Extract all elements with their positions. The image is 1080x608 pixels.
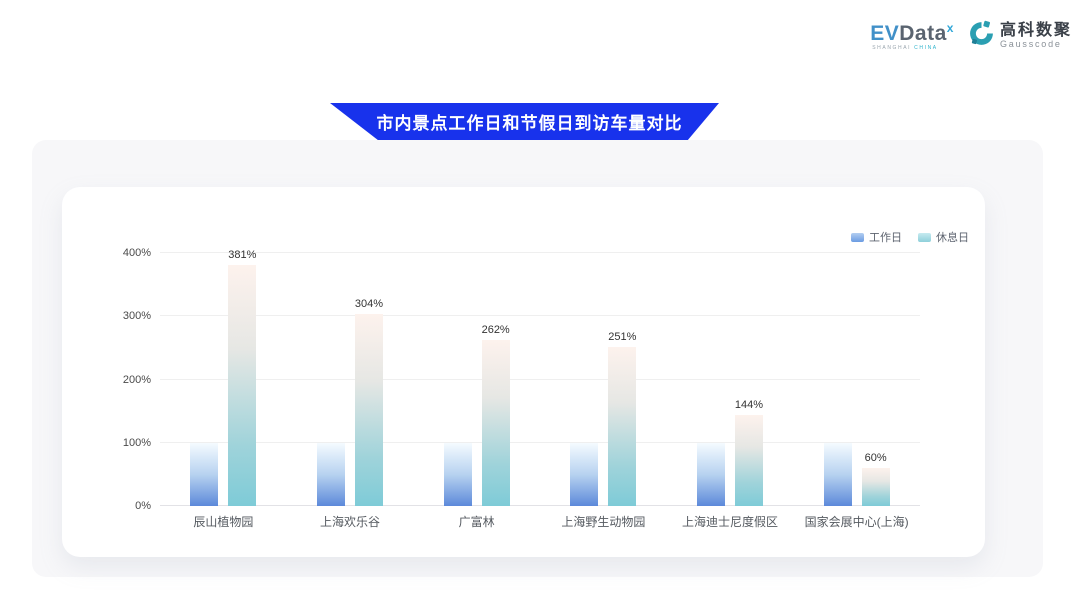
bar-workday-3[interactable] bbox=[570, 443, 598, 506]
chart-card: 工作日 休息日 0%100%200%300%400%381%辰山植物园304%上… bbox=[62, 187, 985, 557]
y-axis-tick-100: 100% bbox=[109, 437, 151, 449]
y-axis-tick-0: 0% bbox=[109, 500, 151, 512]
bar-value-label-1: 304% bbox=[339, 298, 399, 310]
evdata-subtitle: SHANGHAI CHINA bbox=[870, 46, 954, 51]
page-title: 市内景点工作日和节假日到访车量对比 bbox=[367, 109, 683, 134]
evdata-ev-text: EV bbox=[870, 22, 899, 45]
bar-value-label-3: 251% bbox=[592, 331, 652, 343]
bar-restday-4[interactable] bbox=[735, 415, 763, 506]
gausscode-text: 高科数聚 Gausscode bbox=[1000, 22, 1072, 49]
gausscode-icon bbox=[968, 20, 995, 52]
title-banner: 市内景点工作日和节假日到访车量对比 bbox=[330, 103, 719, 140]
bar-value-label-2: 262% bbox=[466, 324, 526, 336]
evdata-logo: EVDatax SHANGHAI CHINA bbox=[870, 22, 954, 51]
gridline-0 bbox=[160, 505, 920, 506]
bar-value-label-0: 381% bbox=[212, 249, 272, 261]
legend-item-workday[interactable]: 工作日 bbox=[851, 229, 902, 245]
y-axis-tick-400: 400% bbox=[109, 247, 151, 259]
bar-workday-2[interactable] bbox=[444, 443, 472, 506]
bar-workday-0[interactable] bbox=[190, 443, 218, 506]
bar-restday-0[interactable] bbox=[228, 265, 256, 506]
chart-legend: 工作日 休息日 bbox=[851, 229, 969, 245]
bar-restday-1[interactable] bbox=[355, 314, 383, 506]
legend-label-workday: 工作日 bbox=[869, 229, 902, 245]
evdata-x-icon: x bbox=[947, 21, 954, 35]
y-axis-tick-300: 300% bbox=[109, 310, 151, 322]
gausscode-en-text: Gausscode bbox=[1000, 40, 1072, 50]
gausscode-logo: 高科数聚 Gausscode bbox=[968, 20, 1072, 52]
gridline-400 bbox=[160, 252, 920, 253]
bar-restday-2[interactable] bbox=[482, 340, 510, 506]
gausscode-cn-text: 高科数聚 bbox=[1000, 22, 1072, 40]
y-axis-tick-200: 200% bbox=[109, 374, 151, 386]
legend-item-restday[interactable]: 休息日 bbox=[918, 229, 969, 245]
bar-workday-1[interactable] bbox=[317, 443, 345, 506]
gridline-300 bbox=[160, 315, 920, 316]
restday-swatch-icon bbox=[918, 233, 931, 242]
evdata-subtitle-left: SHANGHAI bbox=[872, 45, 914, 51]
plot-area: 0%100%200%300%400%381%辰山植物园304%上海欢乐谷262%… bbox=[160, 253, 920, 506]
logo-bar: EVDatax SHANGHAI CHINA 高科数聚 Gausscode bbox=[870, 20, 1072, 52]
page: EVDatax SHANGHAI CHINA 高科数聚 Gausscode 市内… bbox=[0, 0, 1080, 608]
bar-restday-3[interactable] bbox=[608, 347, 636, 506]
x-axis-label-5: 国家会展中心(上海) bbox=[782, 513, 932, 530]
bar-workday-4[interactable] bbox=[697, 443, 725, 506]
bar-restday-5[interactable] bbox=[862, 468, 890, 506]
bar-value-label-4: 144% bbox=[719, 399, 779, 411]
evdata-data-text: Data bbox=[899, 22, 947, 45]
gridline-100 bbox=[160, 442, 920, 443]
chart-panel: 工作日 休息日 0%100%200%300%400%381%辰山植物园304%上… bbox=[32, 140, 1043, 577]
gridline-200 bbox=[160, 379, 920, 380]
workday-swatch-icon bbox=[851, 233, 864, 242]
evdata-wordmark: EVDatax bbox=[870, 22, 954, 44]
evdata-subtitle-right: CHINA bbox=[914, 45, 938, 51]
bar-value-label-5: 60% bbox=[846, 452, 906, 464]
legend-label-restday: 休息日 bbox=[936, 229, 969, 245]
